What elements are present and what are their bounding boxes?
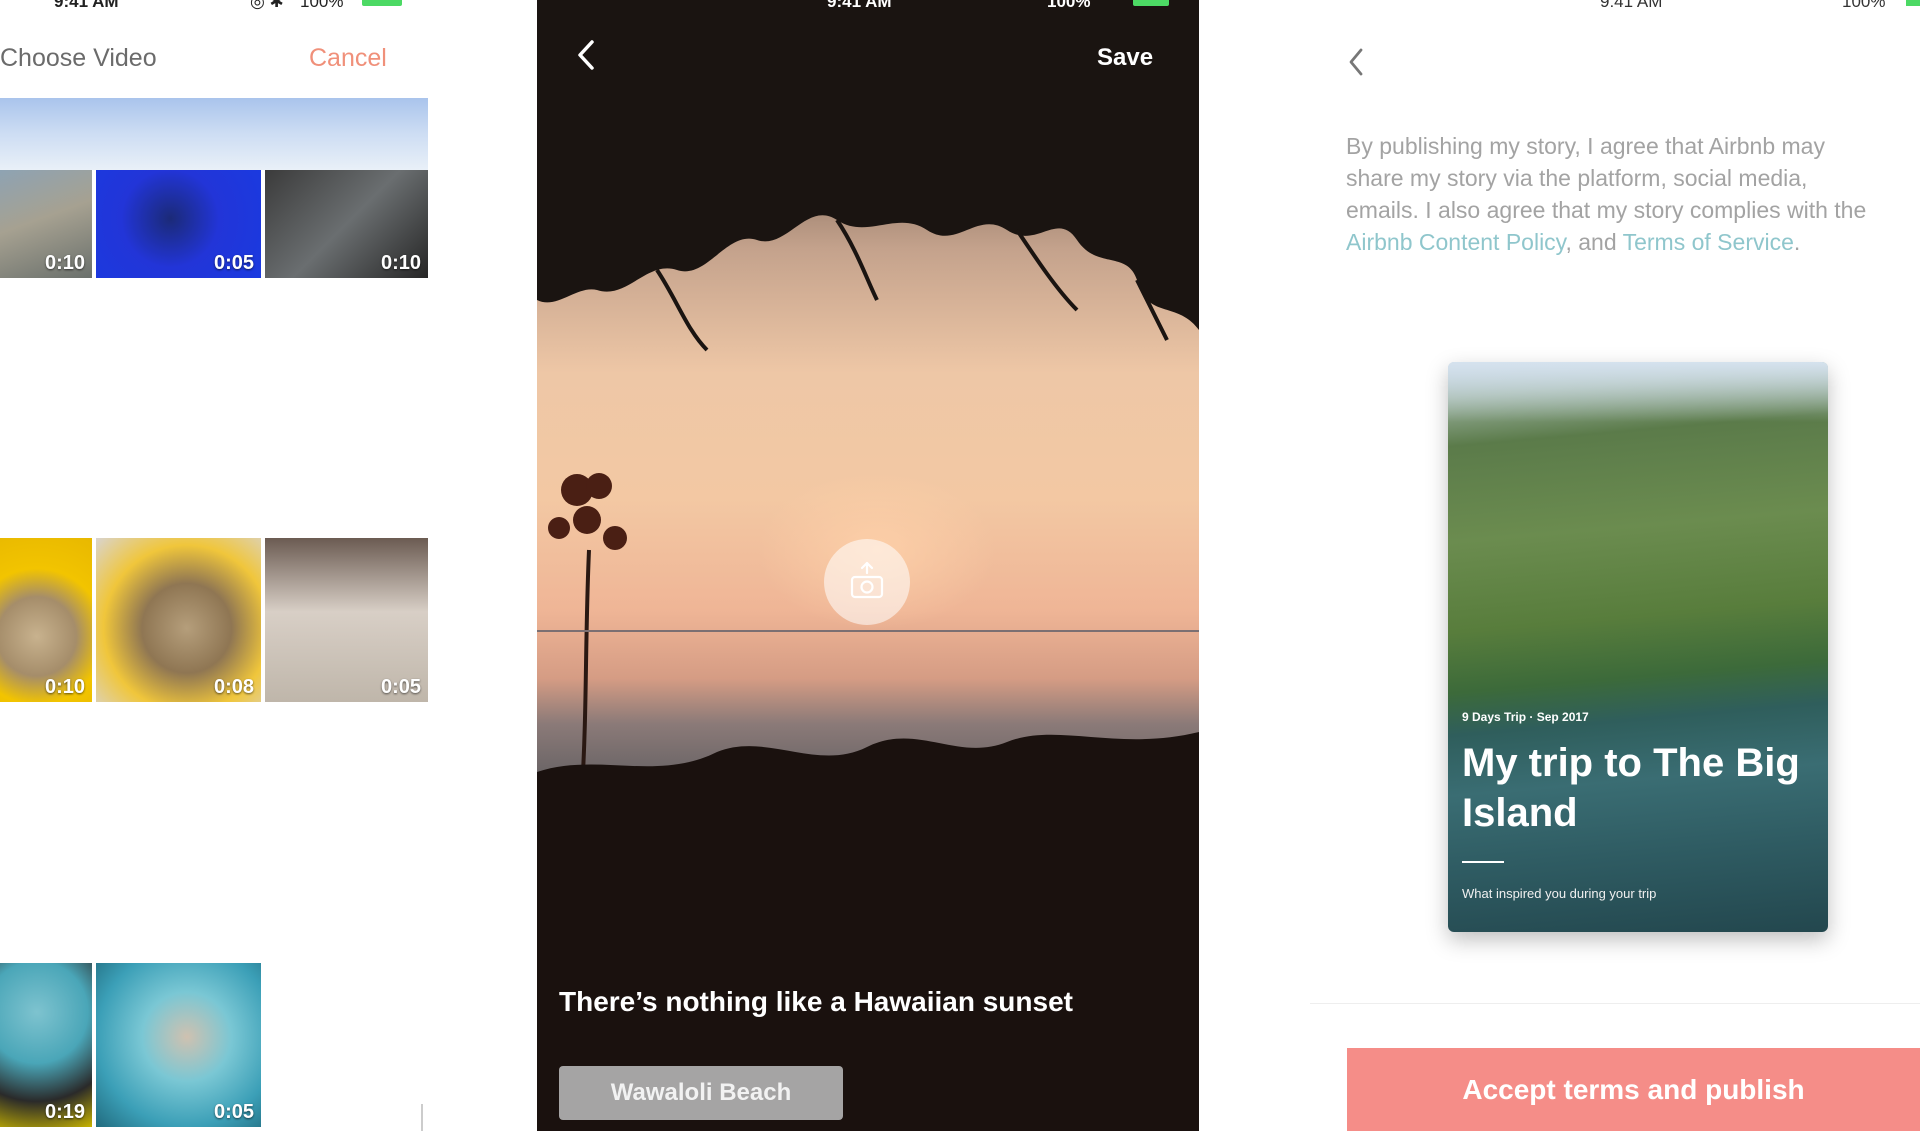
story-subtitle: What inspired you during your trip bbox=[1462, 886, 1657, 901]
video-thumbnail[interactable]: 0:05 bbox=[96, 170, 261, 278]
content-policy-link[interactable]: Airbnb Content Policy bbox=[1346, 229, 1565, 255]
video-thumbnail[interactable]: 0:05 bbox=[265, 538, 428, 702]
terms-prefix: By publishing my story, I agree that Air… bbox=[1346, 133, 1867, 223]
story-caption[interactable]: There’s nothing like a Hawaiian sunset bbox=[559, 986, 1073, 1018]
video-thumbnail[interactable]: 0:10 bbox=[0, 170, 92, 278]
choose-video-screen: 9:41 AM ◎ ✱ 100% Choose Video Cancel 0:1… bbox=[0, 0, 430, 1131]
story-meta: 9 Days Trip · Sep 2017 bbox=[1462, 710, 1589, 724]
video-duration: 0:10 bbox=[44, 676, 85, 698]
cancel-button[interactable]: Cancel bbox=[309, 44, 387, 73]
video-thumbnail[interactable]: 0:19 bbox=[0, 963, 92, 1127]
save-button[interactable]: Save bbox=[1097, 44, 1153, 72]
battery-percent: 100% bbox=[300, 0, 344, 11]
video-thumbnail[interactable]: 0:05 bbox=[96, 963, 261, 1127]
status-time: 9:41 AM bbox=[1600, 0, 1663, 11]
publish-screen: 9:41 AM 100% By publishing my story, I a… bbox=[1310, 0, 1920, 1131]
scroll-indicator bbox=[421, 1104, 423, 1131]
camera-upload-icon bbox=[850, 561, 884, 599]
video-thumbnail[interactable]: 0:08 bbox=[96, 538, 261, 702]
video-thumbnail[interactable]: 0:10 bbox=[0, 538, 92, 702]
album-header-image bbox=[0, 98, 428, 170]
upload-photo-button[interactable] bbox=[824, 539, 910, 625]
terms-of-service-link[interactable]: Terms of Service bbox=[1623, 229, 1794, 255]
status-time: 9:41 AM bbox=[54, 0, 119, 11]
video-duration: 0:05 bbox=[213, 252, 254, 274]
battery-percent: 100% bbox=[1842, 0, 1886, 11]
story-title: My trip to The Big Island bbox=[1462, 741, 1800, 835]
battery-percent: 100% bbox=[1047, 0, 1091, 11]
status-time: 9:41 AM bbox=[827, 0, 892, 11]
video-duration: 0:10 bbox=[380, 252, 421, 274]
bluetooth-icon: ◎ ✱ bbox=[250, 0, 284, 11]
status-bar: 9:41 AM 100% bbox=[537, 0, 1199, 16]
video-thumbnail[interactable]: 0:10 bbox=[265, 170, 428, 278]
horizon-line bbox=[537, 630, 1199, 632]
video-duration: 0:10 bbox=[44, 252, 85, 274]
video-duration: 0:08 bbox=[213, 676, 254, 698]
battery-icon bbox=[362, 0, 402, 6]
card-sky bbox=[1448, 362, 1828, 422]
terms-text: By publishing my story, I agree that Air… bbox=[1346, 130, 1886, 258]
video-duration: 0:05 bbox=[380, 676, 421, 698]
accept-and-publish-button[interactable]: Accept terms and publish bbox=[1347, 1048, 1920, 1131]
terms-suffix: . bbox=[1793, 229, 1801, 255]
status-bar: 9:41 AM ◎ ✱ 100% bbox=[0, 0, 430, 16]
photo-editor-screen: 9:41 AM 100% Save There’s nothing like a… bbox=[537, 0, 1199, 1131]
back-chevron-icon[interactable] bbox=[1346, 46, 1366, 78]
battery-icon bbox=[1133, 0, 1169, 6]
divider bbox=[1310, 1003, 1920, 1004]
title-divider bbox=[1462, 861, 1504, 863]
video-duration: 0:05 bbox=[213, 1101, 254, 1123]
status-bar: 9:41 AM 100% bbox=[1310, 0, 1920, 16]
video-duration: 0:19 bbox=[44, 1101, 85, 1123]
back-chevron-icon[interactable] bbox=[574, 38, 598, 72]
page-title: Choose Video bbox=[0, 44, 157, 72]
battery-icon bbox=[1906, 0, 1920, 6]
terms-mid: , and bbox=[1565, 229, 1623, 255]
location-tag[interactable]: Wawaloli Beach bbox=[559, 1066, 843, 1120]
story-preview-card: 9 Days Trip · Sep 2017 My trip to The Bi… bbox=[1448, 362, 1828, 932]
